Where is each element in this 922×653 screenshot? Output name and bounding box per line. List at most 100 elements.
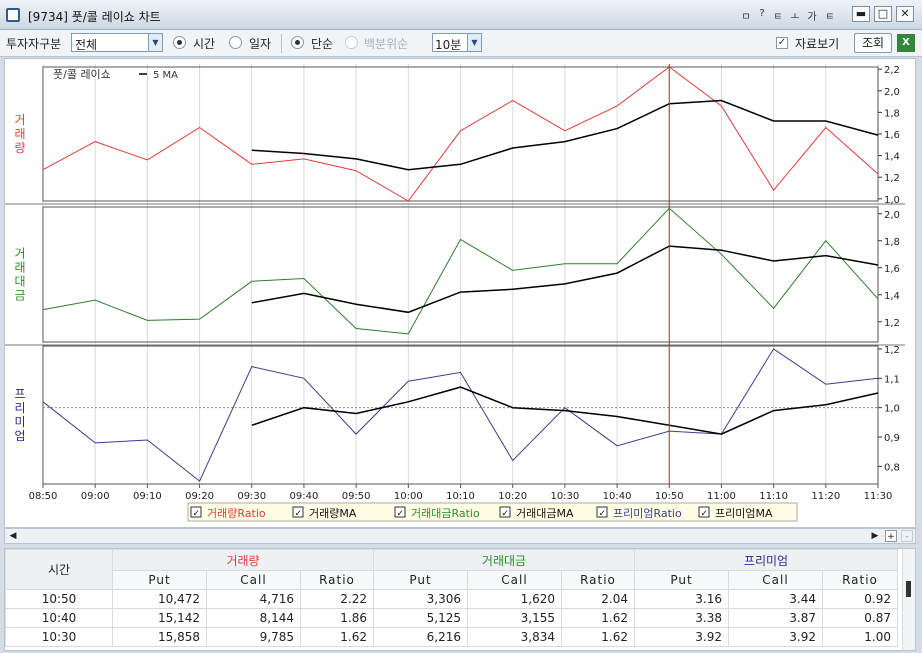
time-radio[interactable] (173, 36, 186, 49)
chart-legend-title: 풋/콜 레이쇼 (53, 68, 111, 81)
y-tick-label: 1,8 (884, 108, 900, 119)
table-row[interactable]: 10:40 15,142 8,144 1.86 5,125 3,155 1.62 3.38 3.… (5, 608, 898, 628)
value-cell: 3.16 (634, 589, 729, 609)
legend-check-icon: ✓ (397, 509, 405, 519)
x-tick-label: 09:20 (185, 491, 214, 502)
font-icon[interactable]: 가 (806, 8, 818, 23)
value-cell: 3.92 (728, 627, 823, 647)
data-table: 시간 거래량 거래대금 프리미엄 Put Call Ratio Put Call Rati… (5, 549, 898, 647)
time-header: 시간 (5, 549, 113, 590)
y-tick-label: 1,4 (884, 152, 900, 163)
value-cell: 6,216 (373, 627, 468, 647)
x-tick-label: 09:50 (342, 491, 371, 502)
value-cell: 3,306 (373, 589, 468, 609)
close-icon[interactable]: ✕ (896, 6, 914, 22)
investor-value: 전체 (75, 38, 98, 52)
y-tick-label: 2,2 (884, 65, 900, 76)
horizontal-scrollbar[interactable]: ◀ ▶ + - (4, 528, 916, 544)
value-cell: 0.92 (822, 589, 898, 609)
maximize-icon[interactable]: □ (874, 6, 892, 22)
y-tick-label: 1,4 (884, 291, 900, 302)
query-button[interactable]: 조회 (854, 33, 892, 53)
vertical-scrollbar[interactable] (902, 549, 915, 650)
value-cell: 1.62 (300, 627, 374, 647)
window-title: [9734] 풋/콜 레이쇼 차트 (28, 10, 161, 24)
help-icon[interactable]: ? (756, 8, 768, 19)
column-header: Ratio (822, 570, 898, 590)
chevron-down-icon[interactable]: ▼ (467, 34, 481, 51)
percentile-label: 백분위순 (364, 37, 409, 51)
link-icon[interactable]: ㅗ (789, 8, 801, 23)
settings-icon[interactable]: ㅌ (824, 8, 836, 23)
y-tick-label: 1,2 (884, 173, 900, 184)
period-select[interactable]: 10분 ▼ (432, 33, 482, 52)
y-tick-label: 1,1 (884, 374, 900, 385)
show-data-checkbox[interactable]: ✓ (776, 37, 788, 49)
divider (281, 34, 282, 53)
y-tick-label: 1,8 (884, 237, 900, 248)
subheader-row: Put Call Ratio Put Call Ratio Put Call Ratio (6, 570, 898, 590)
column-header: Ratio (300, 570, 374, 590)
value-cell: 15,858 (112, 627, 207, 647)
excel-icon[interactable]: X (897, 34, 915, 52)
simple-label: 단순 (311, 37, 334, 51)
y-tick-label: 1,6 (884, 264, 900, 275)
value-cell: 3.38 (634, 608, 729, 628)
x-tick-label: 11:00 (707, 491, 736, 502)
simple-radio[interactable] (291, 36, 304, 49)
x-tick-label: 11:10 (759, 491, 788, 502)
value-cell: 1.86 (300, 608, 374, 628)
chevron-down-icon[interactable]: ▼ (148, 34, 162, 51)
minimize-icon[interactable]: ▬ (852, 6, 870, 22)
x-tick-label: 09:00 (81, 491, 110, 502)
title-bar: [9734] 풋/콜 레이쇼 차트 ㅁ ? ㅌ ㅗ 가 ㅌ ▬ □ ✕ (0, 0, 922, 30)
period-value: 10분 (435, 38, 462, 52)
x-tick-label: 10:50 (655, 491, 684, 502)
legend-item: 프리미엄MA (715, 507, 773, 520)
x-tick-label: 11:20 (811, 491, 840, 502)
date-radio[interactable] (229, 36, 242, 49)
data-grid: 시간 거래량 거래대금 프리미엄 Put Call Ratio Put Call Rati… (4, 548, 916, 651)
time-cell: 10:30 (5, 627, 113, 647)
panel-ylabel: 프리미엄 (14, 387, 25, 443)
y-tick-label: 2,0 (884, 210, 900, 221)
x-tick-label: 09:30 (237, 491, 266, 502)
legend-check-icon: ✓ (599, 509, 607, 519)
percentile-radio[interactable] (345, 36, 358, 49)
column-header: Call (728, 570, 823, 590)
layout-icon[interactable]: ㅌ (772, 8, 784, 23)
value-cell: 10,472 (112, 589, 207, 609)
legend-item: 프리미엄Ratio (613, 507, 682, 520)
y-tick-label: 2,0 (884, 87, 900, 98)
table-row[interactable]: 10:50 10,472 4,716 2.22 3,306 1,620 2.04 3.16 3.… (5, 589, 898, 609)
value-cell: 1.00 (822, 627, 898, 647)
group-header-volume: 거래량 (112, 549, 374, 571)
y-tick-label: 1,0 (884, 404, 900, 415)
x-tick-label: 10:40 (603, 491, 632, 502)
zoom-out-icon[interactable]: - (901, 530, 913, 542)
value-cell: 5,125 (373, 608, 468, 628)
legend-item: 거래량MA (309, 507, 357, 520)
group-header-premium: 프리미엄 (634, 549, 898, 571)
value-cell: 3.44 (728, 589, 823, 609)
legend-item: 거래대금MA (516, 507, 574, 520)
table-row[interactable]: 10:30 15,858 9,785 1.62 6,216 3,834 1.62 3.92 3.… (5, 627, 898, 647)
x-tick-label: 11:30 (864, 491, 893, 502)
x-tick-label: 09:40 (290, 491, 319, 502)
value-cell: 15,142 (112, 608, 207, 628)
value-cell: 0.87 (822, 608, 898, 628)
scroll-thumb[interactable] (906, 581, 911, 597)
legend-check-icon: ✓ (502, 509, 510, 519)
putcall-chart: 08:50 09:00 09:10 09:20 09:30 09:40 09:50 10:00… (5, 64, 905, 522)
x-tick-label: 09:10 (133, 491, 162, 502)
zoom-in-icon[interactable]: + (885, 530, 897, 542)
date-label: 일자 (249, 37, 272, 51)
value-cell: 1.62 (561, 627, 635, 647)
time-label: 시간 (193, 37, 216, 51)
scroll-right-icon[interactable]: ▶ (869, 530, 881, 542)
pin-icon[interactable]: ㅁ (740, 8, 752, 23)
scroll-left-icon[interactable]: ◀ (7, 530, 19, 542)
panel-ylabel: 거래량 (14, 113, 25, 155)
investor-select[interactable]: 전체 ▼ (71, 33, 163, 52)
value-cell: 3,155 (467, 608, 562, 628)
